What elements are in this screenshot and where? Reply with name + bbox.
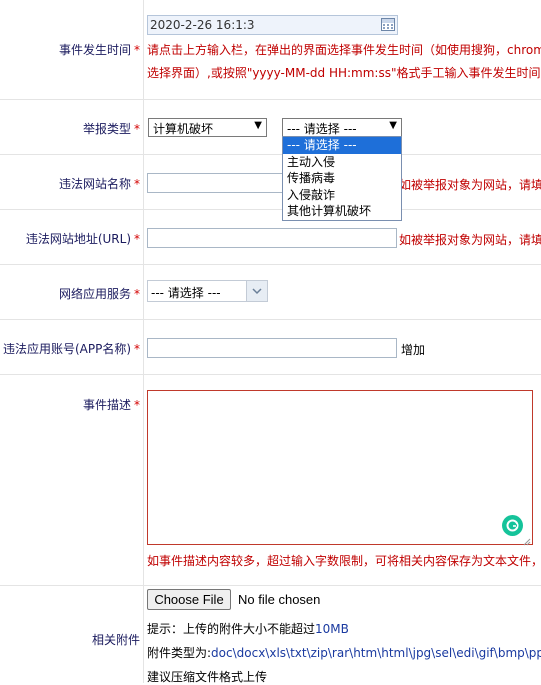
dropdown-option[interactable]: 主动入侵 — [283, 154, 401, 171]
site-url-label: 违法网站地址(URL) * — [25, 232, 140, 246]
resize-handle-icon[interactable] — [523, 535, 531, 546]
dropdown-arrow-icon: ▼ — [254, 120, 262, 131]
description-hint: 如事件描述内容较多，超过输入字数限制，可将相关内容保存为文本文件， — [147, 554, 541, 568]
choose-file-button[interactable]: Choose File — [147, 589, 231, 610]
dropdown-option[interactable]: 传播病毒 — [283, 170, 401, 187]
no-file-chosen: No file chosen — [238, 592, 321, 607]
site-url-hint: 如被举报对象为网站，请填 — [399, 233, 541, 247]
site-name-label: 违法网站名称 * — [58, 177, 140, 191]
description-textarea[interactable] — [147, 390, 533, 546]
row-description: 事件描述 * 如事件描述内容较多，超过输入字数限制，可将相关内容保存为文本文件， — [0, 375, 541, 586]
row-attachment: 相关附件 Choose File No file chosen 提示：上传的附件… — [0, 586, 541, 684]
compress-tip: 建议压缩文件格式上传 — [147, 670, 268, 684]
app-service-select[interactable]: --- 请选择 --- — [147, 280, 268, 302]
app-service-label: 网络应用服务 * — [58, 287, 140, 301]
report-subtype-select[interactable]: --- 请选择 --- ▼ — [282, 118, 402, 137]
dropdown-option[interactable]: 其他计算机破坏 — [283, 203, 401, 220]
report-subtype-dropdown[interactable]: --- 请选择 --- 主动入侵 传播病毒 入侵敲诈 其他计算机破坏 — [282, 136, 402, 221]
event-time-hint-1: 请点击上方输入栏，在弹出的界面选择事件发生时间（如使用搜狗，chrome — [147, 43, 541, 57]
row-event-time: 事件发生时间 * 2020-2-26 16:1:3 请点击上方输入栏，在弹出的界面… — [0, 0, 541, 100]
report-type-select[interactable]: 计算机破坏 ▼ — [148, 118, 267, 137]
event-time-hint-2: 选择界面）,或按照"yyyy-MM-dd HH:mm:ss"格式手工输入事件发生… — [147, 66, 541, 80]
chevron-down-icon[interactable] — [246, 281, 267, 301]
app-account-label: 违法应用账号(APP名称) * — [2, 342, 140, 356]
row-site-name: 违法网站名称 * 如被举报对象为网站，请填 — [0, 155, 541, 210]
report-type-label: 举报类型 * — [82, 122, 140, 136]
event-time-label: 事件发生时间 * — [58, 43, 140, 57]
dropdown-arrow-icon: ▼ — [389, 120, 397, 131]
description-label: 事件描述 * — [82, 398, 140, 412]
dropdown-option[interactable]: --- 请选择 --- — [283, 137, 401, 154]
row-report-type: 举报类型 * 计算机破坏 ▼ --- 请选择 --- ▼ — [0, 100, 541, 155]
dropdown-option[interactable]: 入侵敲诈 — [283, 187, 401, 204]
site-name-hint: 如被举报对象为网站，请填 — [399, 178, 541, 192]
attachment-size-tip: 提示：上传的附件大小不能超过10MB — [147, 622, 349, 636]
grammarly-icon[interactable] — [502, 515, 523, 536]
app-account-input[interactable] — [147, 338, 397, 358]
site-url-input[interactable] — [147, 228, 397, 248]
row-app-service: 网络应用服务 * --- 请选择 --- — [0, 265, 541, 320]
attachment-label: 相关附件 — [91, 633, 140, 647]
event-time-input[interactable]: 2020-2-26 16:1:3 — [147, 15, 398, 35]
row-app-account: 违法应用账号(APP名称) * 增加 — [0, 320, 541, 375]
calendar-icon[interactable] — [381, 18, 395, 31]
row-site-url: 违法网站地址(URL) * 如被举报对象为网站，请填 — [0, 210, 541, 265]
attachment-types: 附件类型为:doc\docx\xls\txt\zip\rar\htm\html\… — [147, 646, 541, 660]
add-account-link[interactable]: 增加 — [401, 341, 425, 358]
